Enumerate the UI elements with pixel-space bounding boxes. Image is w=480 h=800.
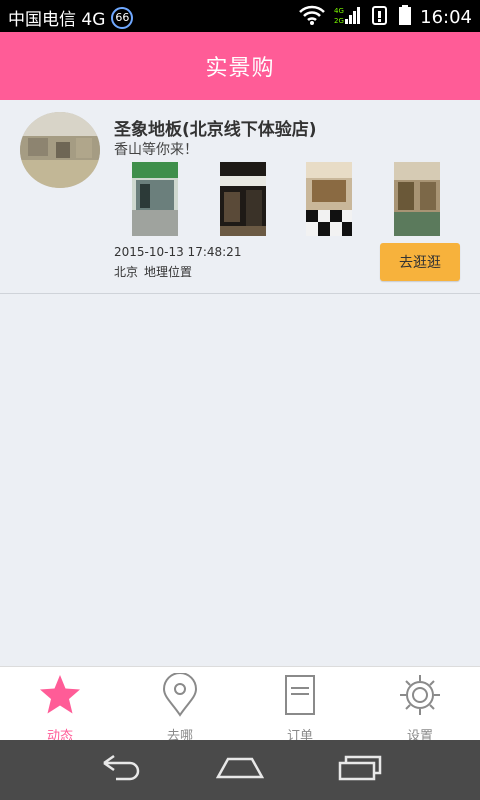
status-bar-right: 4G 2G 16:04 [298, 4, 472, 31]
system-nav-bar [0, 740, 480, 800]
status-bar: 中国电信 4G 66 4G 2G 16:04 [0, 0, 480, 32]
svg-text:4G: 4G [334, 7, 344, 15]
clock: 16:04 [420, 7, 472, 28]
store-datetime: 2015-10-13 17:48:21 [114, 245, 242, 259]
tab-settings[interactable]: 设置 [360, 667, 480, 744]
visit-store-button[interactable]: 去逛逛 [380, 243, 460, 281]
svg-text:2G: 2G [334, 17, 344, 25]
recent-apps-icon[interactable] [336, 753, 384, 787]
store-location: 北京 地理位置 [114, 263, 192, 280]
store-card[interactable]: 圣象地板(北京线下体验店) 香山等你来！ 2015-10-13 17:48:21… [0, 100, 480, 294]
settings-gear-icon [398, 673, 442, 721]
store-photo[interactable] [394, 162, 440, 236]
star-icon [38, 673, 82, 721]
carrier-label: 中国电信 4G [8, 10, 106, 30]
app-header: 实景购 [0, 32, 480, 100]
battery-icon [398, 4, 412, 31]
status-bar-left: 中国电信 4G 66 [8, 5, 134, 30]
store-location-label[interactable]: 地理位置 [144, 263, 192, 280]
sim-alert-icon [370, 4, 390, 31]
store-photos [132, 162, 442, 238]
store-photo[interactable] [220, 162, 266, 236]
store-avatar[interactable] [20, 112, 100, 188]
tab-where[interactable]: 去哪 [120, 667, 240, 744]
store-photo[interactable] [132, 162, 178, 236]
signal-icon: 4G 2G [334, 4, 362, 31]
store-photo[interactable] [306, 162, 352, 236]
back-icon[interactable] [96, 753, 144, 787]
store-name: 圣象地板(北京线下体验店) [114, 120, 317, 140]
tab-feed[interactable]: 动态 [0, 667, 120, 744]
tab-orders[interactable]: 订单 [240, 667, 360, 744]
store-city: 北京 [114, 265, 139, 279]
store-slogan: 香山等你来！ [114, 142, 198, 158]
home-icon[interactable] [215, 753, 265, 787]
notification-badge: 66 [111, 6, 134, 29]
wifi-icon [298, 4, 326, 31]
feed-content[interactable]: 圣象地板(北京线下体验店) 香山等你来！ 2015-10-13 17:48:21… [0, 100, 480, 666]
bottom-tab-bar: 动态 去哪 订单 设置 [0, 666, 480, 744]
order-document-icon [278, 673, 322, 721]
page-title: 实景购 [205, 56, 275, 81]
location-pin-icon [158, 672, 202, 721]
